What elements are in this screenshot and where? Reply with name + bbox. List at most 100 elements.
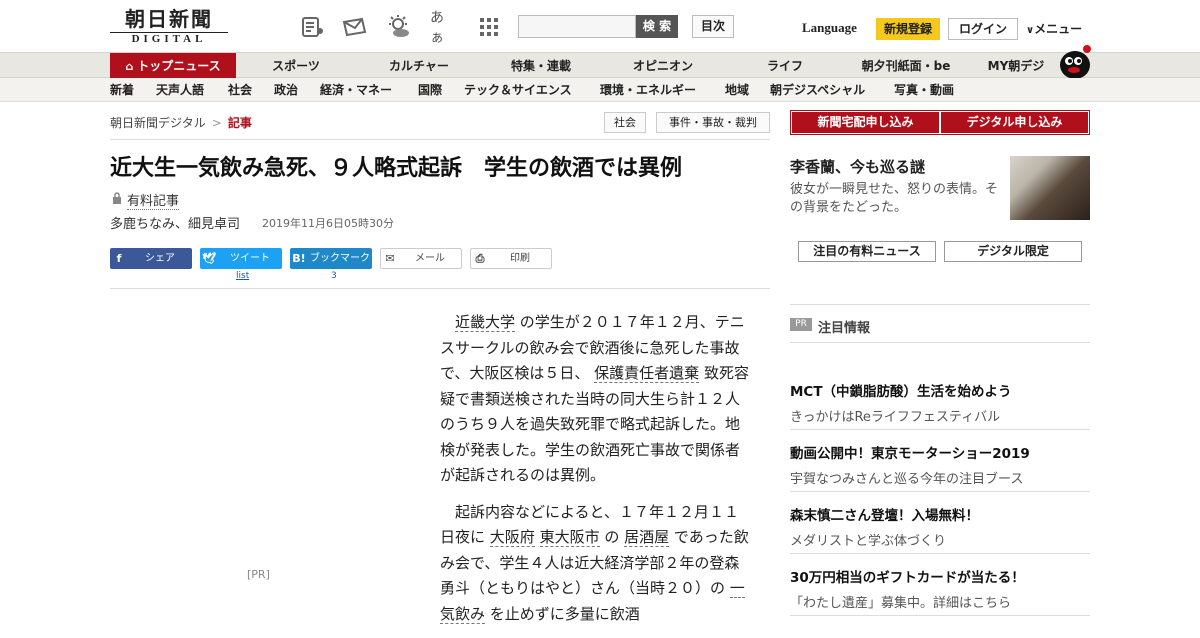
nav2-photo[interactable]: 写真・動画 [894,78,954,102]
text: の [599,528,625,546]
search-button[interactable]: 検 索 [636,15,678,38]
divider [110,139,770,140]
tag-society[interactable]: 社会 [604,112,646,133]
breadcrumb-current: 記事 [227,116,252,130]
weather-icon[interactable] [386,14,412,40]
hatena-bookmark-button[interactable]: B! ブックマーク [290,248,372,269]
breadcrumb-home[interactable]: 朝日新聞デジタル [110,116,206,130]
facebook-icon: f [116,252,122,265]
pr-item[interactable]: 動画公開中！東京モーターショー2019 宇賀なつみさんと巡る今年の注目ブース [790,442,1090,487]
nav2-special[interactable]: 朝デジスペシャル [770,78,865,102]
toc-button[interactable]: 目次 [692,15,734,38]
link-hogo[interactable]: 保護責任者遺棄 [594,364,700,383]
grid-menu-icon[interactable] [476,14,502,40]
feature-description[interactable]: 彼女が一瞬見せた、怒りの表情。その背景をたどった。 [790,181,1002,217]
feature-image[interactable] [1010,156,1090,220]
secondary-nav: 新着 天声人語 社会 政治 経済・マネー 国際 テック＆サイエンス 環境・エネル… [0,78,1200,102]
login-button[interactable]: ログイン [948,18,1018,40]
digital-subscribe-button[interactable]: デジタル申し込み [941,112,1088,133]
print-icon: ⎙ [475,252,485,265]
article-title: 近大生一気飲み急死、９人略式起訴 学生の飲酒では異例 [110,156,683,181]
mascot-icon[interactable] [1058,43,1092,79]
nav-culture[interactable]: カルチャー [372,53,466,79]
paragraph-1: 近畿大学 の学生が２０１７年１２月、テニスサークルの飲み会で飲酒後に急死した事故… [440,310,752,489]
nav-paper[interactable]: 朝夕刊紙面・be [846,53,966,79]
nav2-economy[interactable]: 経済・マネー [320,78,392,102]
divider [790,304,1090,305]
mail-icon: ✉ [385,252,395,265]
mail-button[interactable]: ✉ メール [380,248,462,269]
nav-sports[interactable]: スポーツ [256,53,336,79]
nav2-international[interactable]: 国際 [418,78,442,102]
facebook-share-button[interactable]: f シェア [110,248,192,269]
ad-pr-label: [PR] [247,568,270,581]
link-kindai[interactable]: 近畿大学 [455,313,516,332]
link-osaka[interactable]: 大阪府 [489,528,535,547]
nav2-environment[interactable]: 環境・エネルギー [600,78,696,102]
digital-limited-button[interactable]: デジタル限定 [944,241,1082,262]
home-icon: ⌂ [125,60,134,73]
divider [790,553,1090,554]
logo-english: DIGITAL [110,32,228,45]
pr-item-title: MCT（中鎖脂肪酸）生活を始めよう [790,384,1012,400]
nav-top-news[interactable]: ⌂ トップニュース [110,53,236,79]
hatena-icon: B! [292,252,306,265]
print-button[interactable]: ⎙ 印刷 [470,248,552,269]
language-link[interactable]: Language [802,20,857,36]
breadcrumb-separator: > [211,116,222,130]
text: を止めずに多量に飲酒 [485,604,640,623]
nav2-local[interactable]: 地域 [725,78,749,102]
pr-item-subtitle: きっかけはReライフフェスティバル [790,410,1001,425]
nav2-society[interactable]: 社会 [228,78,252,102]
paid-news-button[interactable]: 注目の有料ニュース [798,241,936,262]
share-label: 印刷 [510,253,530,264]
nav2-tenseijingo[interactable]: 天声人語 [156,78,204,102]
pr-item[interactable]: 30万円相当のギフトカードが当たる！ 「わたし遺産」募集中。詳細はこちら [790,566,1090,611]
paragraph-2: 起訴内容などによると、１７年１２月１１日夜に 大阪府 東大阪市 の 居酒屋 であ… [440,500,752,628]
font-size-icon[interactable]: あぁ [430,10,456,46]
chevron-down-icon: ∨ [1026,25,1035,36]
divider [790,342,1090,343]
pr-item-title: 30万円相当のギフトカードが当たる！ [790,570,1025,586]
twitter-share-button[interactable]: 🕊 ツイート [200,248,282,269]
link-higashiosaka[interactable]: 東大阪市 [539,528,600,547]
divider [110,288,770,289]
nav2-politics[interactable]: 政治 [274,78,298,102]
breadcrumb: 朝日新聞デジタル > 記事 [110,114,252,131]
nav-my[interactable]: MY朝デジ [980,53,1052,79]
newspaper-icon[interactable] [300,14,326,40]
envelope-icon[interactable] [342,14,368,40]
logo-japanese: 朝日新聞 [125,7,213,31]
divider [790,429,1090,430]
delivery-subscribe-button[interactable]: 新聞宅配申し込み [792,112,939,133]
register-button[interactable]: 新規登録 [876,18,940,40]
nav2-tech[interactable]: テック＆サイエンス [464,78,572,102]
tag-incident[interactable]: 事件・事故・裁判 [656,112,770,133]
divider [790,615,1090,616]
nav-life[interactable]: ライフ [748,53,822,79]
link-izakaya[interactable]: 居酒屋 [624,528,670,547]
pr-item[interactable]: 森末慎二さん登壇！入場無料！ メダリストと学ぶ体づくり [790,504,1090,549]
twitter-icon: 🕊 [202,252,216,265]
primary-nav: ⌂ トップニュース スポーツ カルチャー 特集・連載 オピニオン ライフ 朝夕刊紙… [0,45,1200,79]
nav2-latest[interactable]: 新着 [110,78,134,102]
pr-item-subtitle: 宇賀なつみさんと巡る今年の注目ブース [790,472,1024,487]
search-input[interactable] [519,16,635,37]
subscribe-buttons: 新聞宅配申し込み デジタル申し込み [790,110,1090,135]
pr-item[interactable]: MCT（中鎖脂肪酸）生活を始めよう きっかけはReライフフェスティバル [790,380,1090,425]
paid-text[interactable]: 有料記事 [127,190,180,210]
menu-label: メニュー [1034,22,1083,36]
twitter-count[interactable]: list [236,271,249,281]
site-header: 朝日新聞 DIGITAL あぁ 検 索 目次 Language 新規登録 ログイ… [0,0,1200,52]
nav-opinion[interactable]: オピニオン [616,53,710,79]
share-label: ツイート [230,253,270,264]
byline: 多鹿ちなみ、細見卓司 [110,217,241,232]
publish-date: 2019年11月6日05時30分 [262,217,394,230]
nav-label: トップニュース [137,59,221,73]
feature-title[interactable]: 李香蘭、今も巡る謎 [790,156,925,177]
hatena-count[interactable]: 3 [331,271,337,281]
site-logo[interactable]: 朝日新聞 DIGITAL [110,8,228,46]
menu-button[interactable]: ∨メニュー [1026,20,1082,37]
nav-features[interactable]: 特集・連載 [494,53,588,79]
search-box [518,15,636,38]
